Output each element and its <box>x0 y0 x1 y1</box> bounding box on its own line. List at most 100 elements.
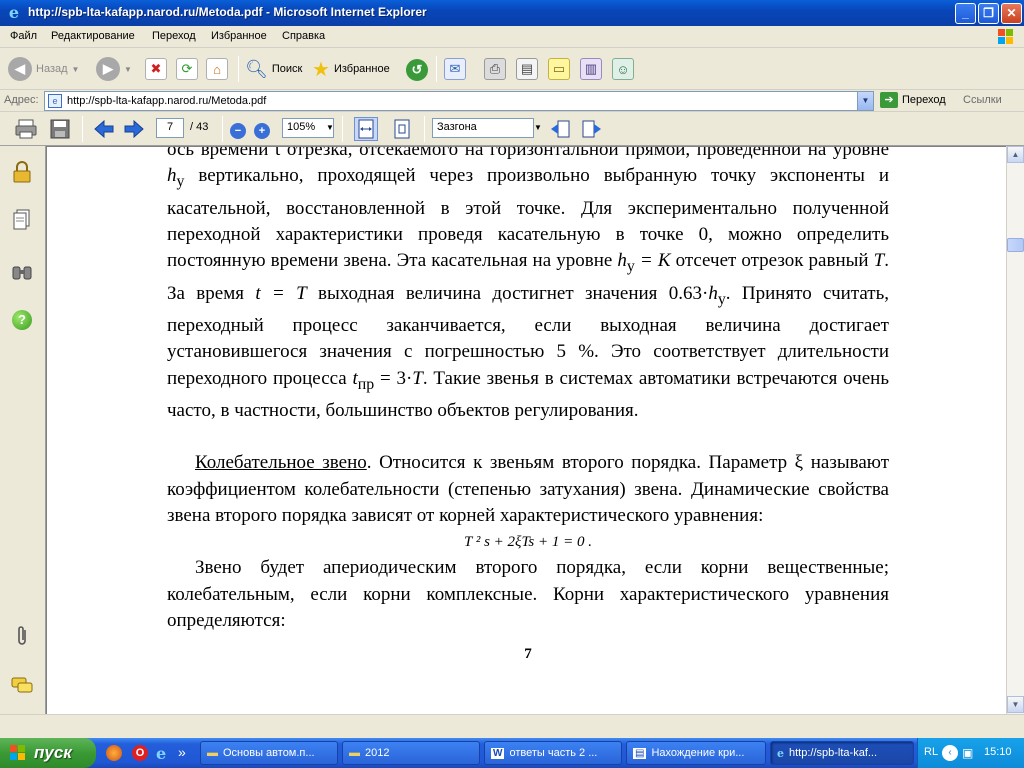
address-dropdown-icon[interactable]: ▼ <box>857 92 873 110</box>
scroll-thumb[interactable] <box>1007 238 1024 252</box>
toolbar-separator <box>238 56 239 82</box>
pdf-separator <box>342 116 343 142</box>
page-number-input[interactable]: 7 <box>156 118 184 138</box>
history-icon[interactable]: ↺ <box>406 59 428 81</box>
print-icon[interactable]: ⎙ <box>484 58 506 80</box>
pages-icon[interactable] <box>10 208 34 232</box>
address-bar: Адрес: e http://spb-lta-kafapp.narod.ru/… <box>0 90 1024 112</box>
menu-edit[interactable]: Редактирование <box>51 30 135 42</box>
next-page-icon[interactable] <box>122 117 146 141</box>
quicklaunch-more-icon[interactable]: » <box>178 744 186 760</box>
comments-icon[interactable] <box>10 674 34 698</box>
ie-icon: e <box>8 3 20 22</box>
minimize-button[interactable]: _ <box>955 3 976 24</box>
title-bar: e http://spb-lta-kafapp.narod.ru/Metoda.… <box>0 0 1024 26</box>
window-title: http://spb-lta-kafapp.narod.ru/Metoda.pd… <box>28 5 427 19</box>
taskbar-item[interactable]: ▬ Основы автом.п... <box>200 741 338 765</box>
h-subscript: у <box>717 290 726 308</box>
address-url[interactable]: http://spb-lta-kafapp.narod.ru/Metoda.pd… <box>67 95 266 107</box>
taskbar-item[interactable]: W ответы часть 2 ... <box>484 741 622 765</box>
zoom-dropdown-icon[interactable]: ▼ <box>326 123 334 132</box>
address-label: Адрес: <box>4 94 39 106</box>
prev-page-icon[interactable] <box>92 117 116 141</box>
taskbar-item-label: 2012 <box>365 747 390 759</box>
messenger-icon[interactable]: ☺ <box>612 58 634 80</box>
stop-icon[interactable]: ✖ <box>145 58 167 80</box>
tray-collapse-icon[interactable]: ‹ <box>942 745 958 761</box>
favorites-star-icon: ★ <box>312 58 330 81</box>
scroll-up-icon[interactable]: ▲ <box>1007 146 1024 163</box>
search-label: Поиск <box>271 63 303 75</box>
paperclip-icon[interactable] <box>10 624 34 648</box>
address-input[interactable]: e http://spb-lta-kafapp.narod.ru/Metoda.… <box>44 91 874 111</box>
taskbar-item[interactable]: ▤ Нахождение кри... <box>626 741 766 765</box>
scroll-down-icon[interactable]: ▼ <box>1007 696 1024 713</box>
vertical-scrollbar[interactable]: ▲ ▼ <box>1006 146 1024 714</box>
folder-icon: ▬ <box>349 747 360 759</box>
back-arrow-icon: ◀ <box>8 57 32 81</box>
home-icon[interactable]: ⌂ <box>206 58 228 80</box>
find-next-icon[interactable] <box>580 117 604 141</box>
find-dropdown-icon[interactable]: ▼ <box>534 123 542 132</box>
mail-icon[interactable]: ✉ <box>444 58 466 80</box>
go-arrow-icon: ➔ <box>880 92 898 108</box>
h-symbol: h <box>708 282 718 304</box>
para1-line1: ось времени t отрезка, отсекаемого на го… <box>167 146 691 160</box>
menu-go[interactable]: Переход <box>152 30 196 42</box>
forward-dropdown-icon[interactable]: ▼ <box>124 65 132 74</box>
links-label[interactable]: Ссылки <box>963 94 1002 106</box>
toolbar-separator <box>436 56 437 82</box>
menu-file[interactable]: Файл <box>10 30 37 42</box>
fit-width-icon[interactable] <box>354 117 378 141</box>
t-symbol: T <box>412 367 423 389</box>
start-button[interactable]: пуск <box>0 738 96 768</box>
ie-icon: e <box>777 746 784 760</box>
pdf-print-icon[interactable] <box>14 117 38 141</box>
security-lock-icon[interactable] <box>10 160 34 184</box>
paragraph-2: Колебательное звено. Относится к звеньям… <box>167 450 889 529</box>
favorites-button[interactable]: ★ Избранное <box>312 54 390 84</box>
pdf-save-icon[interactable] <box>48 117 72 141</box>
taskbar-item-active[interactable]: e http://spb-lta-kaf... <box>770 741 914 765</box>
attachments-binoculars-icon[interactable] <box>10 260 34 284</box>
find-previous-icon[interactable] <box>548 117 572 141</box>
discuss-icon[interactable]: ▭ <box>548 58 570 80</box>
find-input[interactable]: Зазгона <box>432 118 534 138</box>
zoom-out-icon[interactable]: − <box>230 123 246 139</box>
edit-icon[interactable]: ▤ <box>516 58 538 80</box>
refresh-icon[interactable]: ⟳ <box>176 58 198 80</box>
research-icon[interactable]: ▥ <box>580 58 602 80</box>
pdf-document-view[interactable]: ось времени t отрезка, отсекаемого на го… <box>46 146 1006 714</box>
help-icon[interactable]: ? <box>10 308 34 332</box>
taskbar-item[interactable]: ▬ 2012 <box>342 741 480 765</box>
page-icon: e <box>48 94 62 108</box>
go-button[interactable]: ➔ Переход <box>880 92 946 108</box>
formula: T ² s + 2ξTs + 1 = 0 . <box>464 534 592 551</box>
network-icon[interactable]: ▣ <box>962 746 973 760</box>
back-dropdown-icon[interactable]: ▼ <box>72 65 80 74</box>
pdf-navigation-pane: ? <box>0 146 46 714</box>
ie-quicklaunch-icon[interactable]: e <box>156 744 166 763</box>
taskbar-item-label: ответы часть 2 ... <box>509 747 598 759</box>
para1-text-c: отсечет отрезок равный <box>670 250 874 272</box>
close-button[interactable]: ✕ <box>1001 3 1022 24</box>
zoom-in-icon[interactable]: + <box>254 123 270 139</box>
back-button[interactable]: ◀ Назад ▼ <box>8 54 79 84</box>
clock[interactable]: 15:10 <box>984 746 1012 758</box>
firefox-icon[interactable] <box>106 745 122 761</box>
forward-button[interactable]: ▶ ▼ <box>96 54 132 84</box>
h-symbol: h <box>167 165 177 187</box>
menu-favorites[interactable]: Избранное <box>211 30 267 42</box>
section-title: Колебательное звено <box>195 452 367 474</box>
menu-help[interactable]: Справка <box>282 30 325 42</box>
system-tray: RL ‹ ▣ 15:10 <box>917 738 1024 768</box>
search-button[interactable]: 🔍︎ Поиск <box>245 54 302 84</box>
language-indicator[interactable]: RL <box>924 746 938 758</box>
pdf-separator <box>424 116 425 142</box>
window-icon: ▤ <box>633 747 647 759</box>
taskbar-item-label: Основы автом.п... <box>223 747 315 759</box>
opera-icon[interactable]: O <box>132 745 148 761</box>
maximize-button[interactable]: ❐ <box>978 3 999 24</box>
fit-page-icon[interactable] <box>390 117 414 141</box>
